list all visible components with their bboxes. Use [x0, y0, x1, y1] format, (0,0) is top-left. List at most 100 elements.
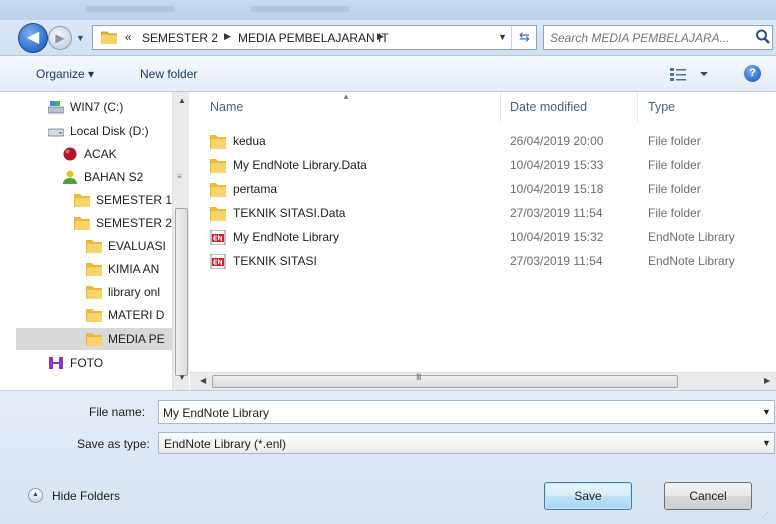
save-button[interactable]: Save [544, 482, 632, 510]
scroll-grip-icon: ≡ [177, 172, 182, 181]
file-date: 26/04/2019 20:00 [510, 134, 604, 148]
folder-icon [86, 263, 102, 276]
nav-label: SEMESTER 2 [96, 216, 173, 230]
yellow-user-icon [63, 170, 77, 184]
save-as-type-select[interactable]: EndNote Library (*.enl) ▼ [158, 432, 775, 454]
organize-button[interactable]: Organize ▾ [36, 67, 94, 81]
file-date: 27/03/2019 11:54 [510, 206, 603, 220]
navigation-pane: WIN7 (C:) Local Disk (D:) ACAK BAHAN S2 … [16, 92, 188, 390]
collapse-icon: ▲ [28, 488, 43, 503]
folder-icon [210, 183, 226, 197]
address-box[interactable]: « SEMESTER 2 ▶ MEDIA PEMBELAJARAN IT ▶ ▼… [92, 25, 537, 50]
view-options-icon[interactable] [668, 66, 714, 82]
window-title-strip [0, 0, 776, 20]
file-type: File folder [648, 182, 701, 196]
address-dropdown-icon[interactable]: ▼ [498, 32, 507, 42]
nav-label: ACAK [84, 147, 117, 161]
column-divider[interactable] [637, 92, 638, 122]
scroll-left-icon[interactable]: ◀ [200, 376, 206, 385]
nav-label: MEDIA PE [108, 332, 165, 346]
search-box[interactable] [543, 25, 773, 50]
cancel-button[interactable]: Cancel [664, 482, 752, 510]
scroll-up-icon[interactable]: ▲ [178, 96, 186, 105]
nav-item-media-pe[interactable]: MEDIA PE [16, 328, 188, 350]
scroll-thumb[interactable] [175, 208, 188, 376]
file-row[interactable]: My EndNote Library.Data 10/04/2019 15:33… [210, 154, 776, 178]
file-list-hscrollbar[interactable]: ◀ III ▶ [190, 372, 776, 390]
nav-label: SEMESTER 1 [96, 193, 173, 207]
nav-label: Local Disk (D:) [70, 124, 149, 138]
title-blur [85, 6, 175, 12]
nav-item-win7[interactable]: WIN7 (C:) [48, 96, 188, 118]
recent-pages-dropdown[interactable]: ▼ [76, 31, 88, 45]
hide-folders-label: Hide Folders [52, 489, 121, 503]
nav-label: EVALUASI [108, 239, 166, 253]
nav-item-semester-1[interactable]: SEMESTER 1 [74, 189, 188, 211]
file-name-input[interactable] [163, 404, 743, 421]
nav-item-foto[interactable]: FOTO [48, 352, 188, 374]
folder-icon [210, 207, 226, 221]
nav-label: BAHAN S2 [84, 170, 144, 184]
new-folder-button[interactable]: New folder [140, 67, 197, 81]
title-blur [250, 6, 350, 12]
resize-grip-icon[interactable]: ⋰ [762, 511, 769, 519]
column-header-name[interactable]: Name [210, 100, 243, 114]
file-date: 10/04/2019 15:33 [510, 158, 604, 172]
nav-label: WIN7 (C:) [70, 100, 124, 114]
command-toolbar: Organize ▾ New folder ? [0, 56, 776, 92]
scroll-down-icon[interactable]: ▼ [178, 373, 186, 382]
endnote-icon [210, 230, 226, 245]
column-divider[interactable] [500, 92, 501, 122]
scroll-right-icon[interactable]: ▶ [764, 376, 770, 385]
file-type: File folder [648, 134, 701, 148]
save-form: File name: ▼ Save as type: EndNote Libra… [0, 390, 776, 524]
folder-icon [74, 194, 90, 207]
file-row[interactable]: TEKNIK SITASI 27/03/2019 11:54 EndNote L… [210, 250, 776, 274]
sort-ascending-icon: ▲ [342, 92, 350, 101]
save-as-type-label: Save as type: [77, 437, 150, 451]
scroll-thumb[interactable] [212, 375, 678, 388]
file-type: EndNote Library [648, 254, 735, 268]
folder-icon [86, 333, 102, 346]
forward-button[interactable]: ▶ [48, 26, 72, 50]
folder-icon [86, 240, 102, 253]
file-type: File folder [648, 206, 701, 220]
file-name-combobox[interactable]: ▼ [158, 400, 775, 424]
file-row[interactable]: My EndNote Library 10/04/2019 15:32 EndN… [210, 226, 776, 250]
column-header-type[interactable]: Type [648, 100, 675, 114]
file-row[interactable]: TEKNIK SITASI.Data 27/03/2019 11:54 File… [210, 202, 776, 226]
nav-item-semester-2[interactable]: SEMESTER 2 [74, 212, 188, 234]
nav-item-local-disk-d[interactable]: Local Disk (D:) [48, 120, 188, 142]
breadcrumb-media-pembelajaran[interactable]: MEDIA PEMBELAJARAN IT [238, 31, 389, 45]
back-button[interactable]: ◀ [18, 23, 48, 53]
folder-icon [210, 159, 226, 173]
chevron-right-icon[interactable]: ▶ [377, 31, 384, 42]
chevron-down-icon[interactable]: ▼ [762, 407, 771, 417]
file-name: My EndNote Library [233, 230, 340, 244]
drive-icon [48, 101, 64, 114]
help-icon[interactable]: ? [744, 65, 761, 82]
endnote-icon [210, 254, 226, 269]
folder-icon [74, 217, 90, 230]
file-name: TEKNIK SITASI [233, 254, 317, 268]
search-input[interactable] [550, 29, 740, 46]
file-name-label: File name: [89, 405, 146, 419]
file-row[interactable]: kedua 26/04/2019 20:00 File folder [210, 130, 776, 154]
nav-pane-scrollbar[interactable]: ▲ ≡ ▼ [172, 92, 189, 390]
save-as-type-value: EndNote Library (*.enl) [164, 437, 287, 451]
nav-label: library onl [108, 285, 161, 299]
column-header-date[interactable]: Date modified [510, 100, 587, 114]
breadcrumb-semester-2[interactable]: SEMESTER 2 [142, 31, 218, 45]
scroll-grip-icon: III [416, 372, 421, 382]
nav-item-bahan-s2[interactable]: BAHAN S2 [62, 166, 188, 188]
nav-label: MATERI D [108, 308, 165, 322]
breadcrumb-overflow[interactable]: « [125, 30, 132, 44]
folder-icon [86, 309, 102, 322]
file-row[interactable]: pertama 10/04/2019 15:18 File folder [210, 178, 776, 202]
nav-item-acak[interactable]: ACAK [62, 143, 188, 165]
search-icon[interactable] [755, 28, 771, 46]
folder-icon [86, 286, 102, 299]
chevron-down-icon[interactable]: ▼ [762, 438, 771, 448]
refresh-icon[interactable]: ⇆ [511, 26, 537, 49]
chevron-right-icon[interactable]: ▶ [224, 31, 231, 42]
